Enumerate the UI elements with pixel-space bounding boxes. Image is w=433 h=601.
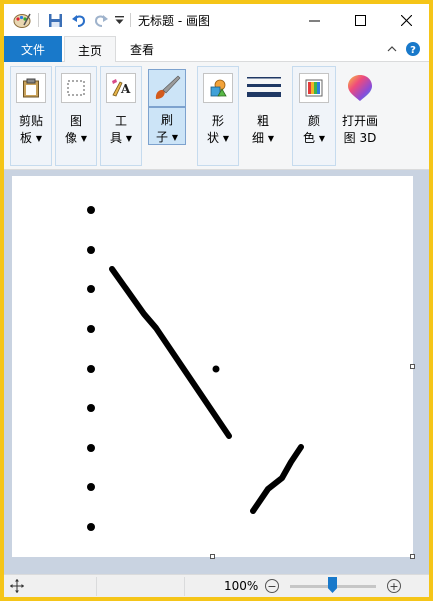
dot [87,483,95,491]
brush-stroke [250,444,304,514]
tools-icon: A [106,73,136,103]
title-separator-2 [130,13,131,27]
workspace [4,170,429,574]
image-group[interactable]: 图 像 ▼ [55,66,97,166]
tools-label: 工 [114,114,127,128]
tab-file[interactable]: 文件 [4,36,62,62]
size-label: 粗 [256,114,269,128]
svg-text:A: A [120,82,131,96]
close-button[interactable] [383,4,429,36]
shapes-label: 形 [211,114,224,128]
colors-icon [299,73,329,103]
image-label-2: 像 [65,131,78,145]
dot-column [87,206,220,531]
customize-icon[interactable] [113,11,125,29]
zoom-in-icon[interactable]: + [387,579,401,593]
undo-icon[interactable] [70,11,88,29]
paint3d-label: 打开画 [341,114,378,128]
clipboard-group[interactable]: 剪贴 板 ▼ [10,66,52,166]
shapes-label-2: 状 [207,131,220,145]
chevron-down-icon: ▼ [80,134,87,143]
tools-label-2: 具 [110,131,123,145]
chevron-down-icon: ▼ [125,134,132,143]
image-label: 图 [69,114,82,128]
size-group[interactable]: 粗 细 ▼ [242,66,284,166]
title-separator [38,13,39,27]
shapes-icon [203,73,233,103]
colors-label-2: 色 [303,131,316,145]
canvas-drawing [87,206,304,531]
title-bar: 无标题 - 画图 [4,4,429,36]
chevron-down-icon: ▼ [35,134,42,143]
dot [87,325,95,333]
dot [87,285,95,293]
svg-text:?: ? [410,45,416,56]
colors-label: 颜 [307,114,320,128]
dot [87,523,95,531]
dot [87,444,95,452]
brush-stroke [109,266,232,439]
window-title: 无标题 - 画图 [138,14,210,28]
status-divider [96,577,97,596]
chevron-down-icon: ▼ [267,134,274,143]
zoom-out-icon[interactable]: − [265,579,279,593]
redo-icon[interactable] [92,11,110,29]
brushes-group[interactable]: 刷 子 ▼ [145,66,189,166]
brushes-label: 刷 [160,113,173,127]
tab-view[interactable]: 查看 [120,36,164,63]
status-divider [184,577,185,596]
maximize-icon [354,14,366,26]
status-bar: 100% − + [4,574,429,597]
save-icon[interactable] [46,11,64,29]
clipboard-label-2: 板 [20,131,33,145]
paint3d-label-2: 图 3D [343,131,377,145]
maximize-button[interactable] [337,4,383,36]
size-label-2: 细 [252,131,265,145]
paint-window: 无标题 - 画图 文件 主页 查看 ? 剪贴 板 ▼ 图 像 ▼ A 工 具 ▼… [4,4,429,597]
size-icon [247,75,281,103]
help-icon[interactable]: ? [405,41,421,57]
minimize-icon [308,20,320,21]
chevron-down-icon: ▼ [171,133,178,142]
collapse-ribbon-icon[interactable] [384,41,400,57]
resize-handle-right[interactable] [410,364,415,369]
chevron-down-icon: ▼ [318,134,325,143]
ribbon-tabs: 文件 主页 查看 ? [4,36,429,63]
dot [87,404,95,412]
clipboard-label: 剪贴 [18,114,43,128]
paint-app-icon[interactable] [12,11,32,29]
paint3d-group[interactable]: 打开画 图 3D [338,66,382,166]
colors-group[interactable]: 颜 色 ▼ [292,66,336,166]
dot [87,206,95,214]
resize-handle-bottom[interactable] [210,554,215,559]
dot [87,246,95,254]
select-icon [61,73,91,103]
brushes-label-2: 子 [156,130,169,144]
minimize-button[interactable] [291,4,337,36]
tools-group[interactable]: A 工 具 ▼ [100,66,142,166]
dot [212,365,220,373]
drawing-canvas[interactable] [12,176,415,559]
close-icon [400,14,412,26]
clipboard-icon [16,73,46,103]
dot [87,365,95,373]
chevron-down-icon: ▼ [222,134,229,143]
shapes-group[interactable]: 形 状 ▼ [197,66,239,166]
brush-icon [148,69,186,107]
resize-handle-corner[interactable] [410,554,415,559]
zoom-level: 100% [224,579,259,593]
paint3d-icon [345,73,375,103]
tab-home[interactable]: 主页 [64,36,116,63]
ribbon: 剪贴 板 ▼ 图 像 ▼ A 工 具 ▼ 刷 子 ▼ 形 状 ▼ 粗 细 ▼ 颜… [4,62,429,170]
move-icon [10,579,24,593]
zoom-slider-thumb[interactable] [328,577,337,593]
